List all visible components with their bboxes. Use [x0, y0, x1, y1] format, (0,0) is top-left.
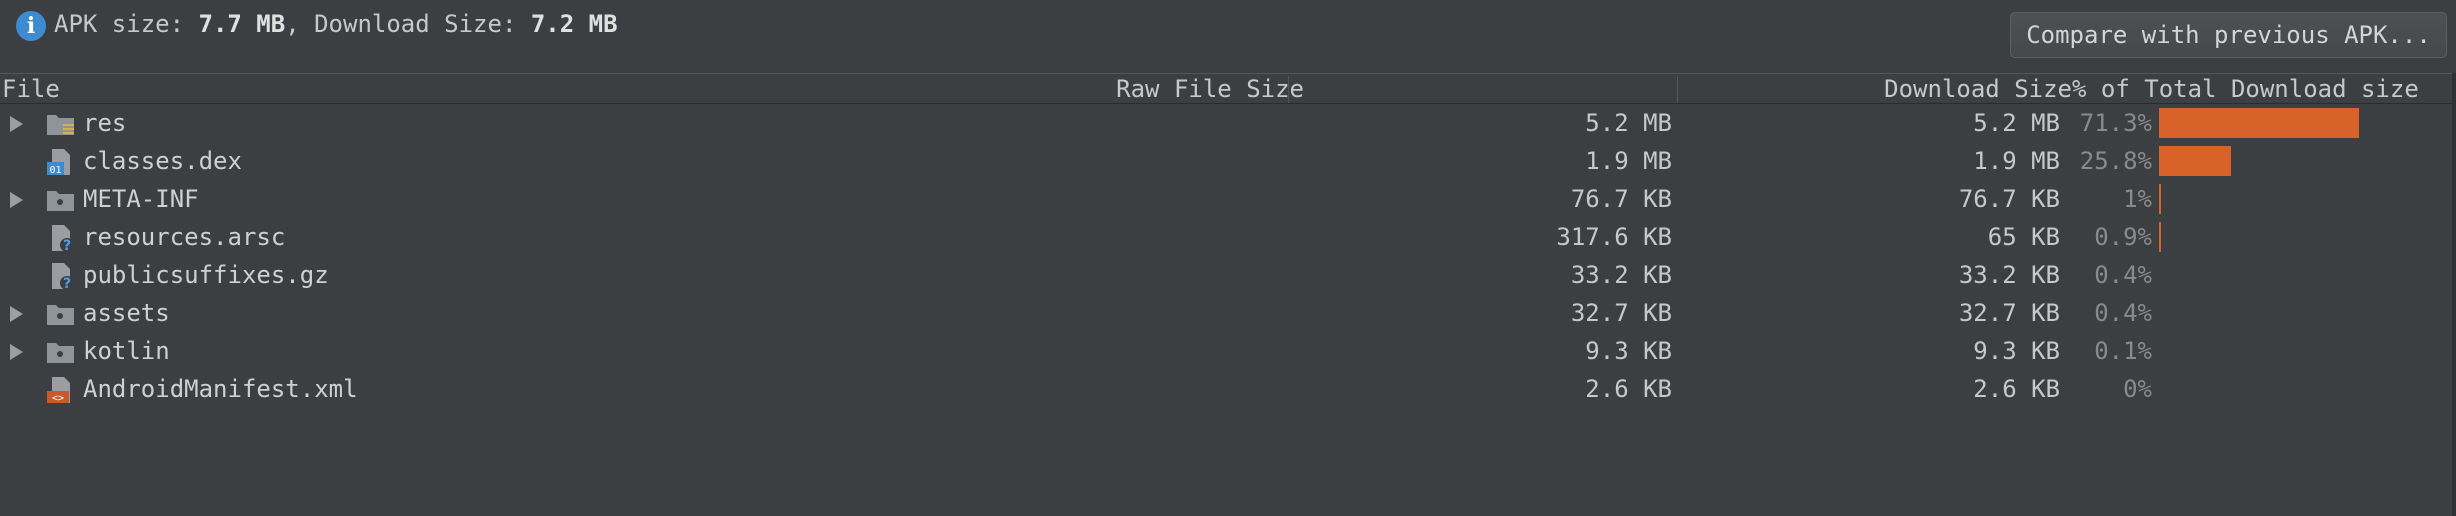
raw-file-size: 33.2 KB — [1570, 261, 1672, 289]
percent-of-total: 0.4% — [2094, 299, 2152, 327]
percent-of-total: 0% — [2123, 375, 2152, 403]
apk-summary-text: APK size: 7.7 MB, Download Size: 7.2 MB — [54, 8, 618, 40]
column-header-percent-of-total[interactable]: % of Total Download size — [2072, 74, 2419, 105]
table-header: File Raw File Size Download Size % of To… — [0, 73, 2456, 104]
compare-with-previous-apk-button[interactable]: Compare with previous APK... — [2010, 12, 2447, 58]
apk-summary-bar: i APK size: 7.7 MB, Download Size: 7.2 M… — [0, 0, 2456, 73]
download-size-bar — [2159, 146, 2231, 176]
svg-text:01: 01 — [49, 165, 61, 176]
percent-of-total: 0.9% — [2094, 223, 2152, 251]
column-header-file[interactable]: File — [2, 74, 60, 105]
file-name: kotlin — [83, 337, 170, 365]
expand-arrow-icon[interactable] — [10, 192, 23, 208]
raw-file-size: 5.2 MB — [1585, 109, 1672, 137]
percent-of-total: 25.8% — [2079, 147, 2152, 175]
percent-of-total: 0.4% — [2094, 261, 2152, 289]
dex-file-icon: 01 — [46, 148, 76, 176]
download-size: 9.3 KB — [1973, 337, 2060, 365]
apk-size-label: APK size: — [54, 10, 199, 38]
expand-arrow-icon[interactable] — [10, 344, 23, 360]
table-row[interactable]: assets 32.7 KB 32.7 KB 0.4% — [0, 294, 2456, 332]
unknown-file-icon: ? — [46, 262, 76, 292]
table-row[interactable]: 01 classes.dex 1.9 MB 1.9 MB 25.8% — [0, 142, 2456, 180]
file-name: resources.arsc — [83, 223, 286, 251]
table-row[interactable]: res 5.2 MB 5.2 MB 71.3% — [0, 104, 2456, 142]
table-row[interactable]: ? publicsuffixes.gz 33.2 KB 33.2 KB 0.4% — [0, 256, 2456, 294]
raw-file-size: 1.9 MB — [1585, 147, 1672, 175]
expand-arrow-icon[interactable] — [10, 116, 23, 132]
download-size: 33.2 KB — [1958, 261, 2060, 289]
download-size: 76.7 KB — [1958, 185, 2060, 213]
folder-icon — [46, 300, 76, 328]
svg-text:?: ? — [63, 276, 71, 290]
folder-icon — [46, 186, 76, 214]
download-size-bar — [2159, 108, 2359, 138]
download-size: 32.7 KB — [1958, 299, 2060, 327]
file-name: res — [83, 109, 127, 137]
raw-file-size: 76.7 KB — [1570, 185, 1672, 213]
download-size-label: , Download Size: — [285, 10, 531, 38]
raw-file-size: 2.6 KB — [1585, 375, 1672, 403]
download-size-bar — [2159, 222, 2161, 252]
apk-contents-table: File Raw File Size Download Size % of To… — [0, 73, 2456, 516]
file-name: META-INF — [83, 185, 199, 213]
percent-of-total: 0.1% — [2094, 337, 2152, 365]
raw-file-size: 9.3 KB — [1585, 337, 1672, 365]
scrollbar-track[interactable] — [2452, 73, 2456, 516]
svg-text:<>: <> — [52, 393, 64, 404]
expand-arrow-icon[interactable] — [10, 306, 23, 322]
column-header-download-size[interactable]: Download Size — [1884, 74, 2072, 105]
file-name: assets — [83, 299, 170, 327]
apk-size-value: 7.7 MB — [198, 10, 286, 38]
table-row[interactable]: ? resources.arsc 317.6 KB 65 KB 0.9% — [0, 218, 2456, 256]
download-size: 5.2 MB — [1973, 109, 2060, 137]
file-name: AndroidManifest.xml — [83, 375, 358, 403]
download-size: 65 KB — [1987, 223, 2060, 251]
table-body: res 5.2 MB 5.2 MB 71.3% 01 classes.dex 1.9 M… — [0, 104, 2456, 516]
percent-of-total: 71.3% — [2079, 109, 2152, 137]
percent-of-total: 1% — [2123, 185, 2152, 213]
download-size: 2.6 KB — [1973, 375, 2060, 403]
table-row[interactable]: <> AndroidManifest.xml 2.6 KB 2.6 KB 0% — [0, 370, 2456, 408]
res-folder-icon — [46, 110, 76, 138]
unknown-file-icon: ? — [46, 224, 76, 254]
xml-file-icon: <> — [46, 376, 76, 404]
column-divider[interactable] — [1677, 76, 1678, 103]
file-name: classes.dex — [83, 147, 242, 175]
column-header-raw-file-size[interactable]: Raw File Size — [1116, 74, 1304, 105]
download-size-bar — [2159, 184, 2161, 214]
download-size: 1.9 MB — [1973, 147, 2060, 175]
info-icon: i — [16, 11, 46, 41]
table-row[interactable]: kotlin 9.3 KB 9.3 KB 0.1% — [0, 332, 2456, 370]
folder-icon — [46, 338, 76, 366]
raw-file-size: 317.6 KB — [1556, 223, 1672, 251]
raw-file-size: 32.7 KB — [1570, 299, 1672, 327]
download-size-value: 7.2 MB — [530, 10, 618, 38]
table-row[interactable]: META-INF 76.7 KB 76.7 KB 1% — [0, 180, 2456, 218]
file-name: publicsuffixes.gz — [83, 261, 329, 289]
svg-text:?: ? — [63, 238, 71, 252]
